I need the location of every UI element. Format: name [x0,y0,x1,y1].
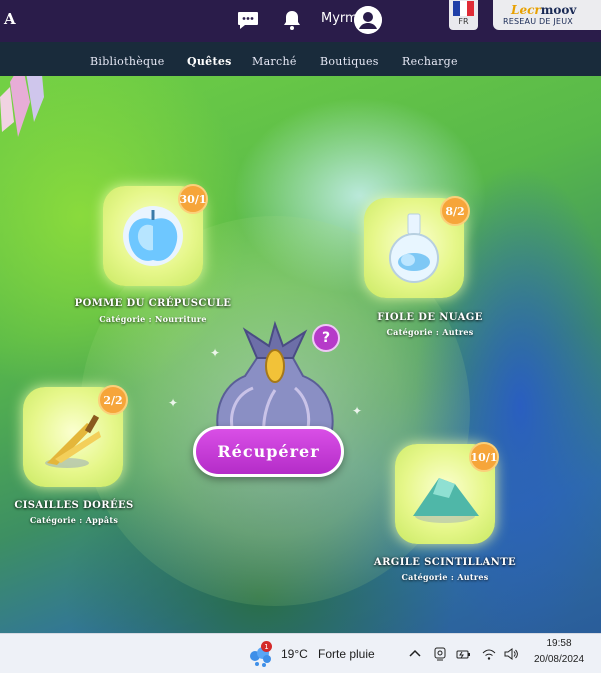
item-count-badge: 30/1 [178,184,208,214]
language-selector[interactable]: FR [449,0,478,30]
sparkle-icon: ✦ [352,404,363,418]
clock-date[interactable]: 20/08/2024 [526,654,592,665]
france-flag-icon [453,1,474,16]
item-name: Argile scintillante [373,557,517,568]
sparkle-icon: ✦ [168,396,179,410]
partner-logo[interactable]: Lecrmoov RESEAU DE JEUX [493,0,601,30]
partner-brand: Lecrmoov [511,3,577,17]
temperature[interactable]: 19°C [281,647,308,661]
item-category: Catégorie : Autres [401,572,489,582]
item-category: Catégorie : Appâts [29,515,119,525]
wifi-icon[interactable] [481,646,497,662]
item-name: Cisailles dorées [14,500,134,511]
nav-item-boutiques[interactable]: Boutiques [320,55,379,68]
camera-icon[interactable] [432,646,448,662]
clock-time[interactable]: 19:58 [530,638,588,649]
nav-item-marche[interactable]: Marché [252,55,297,68]
item-category: Catégorie : Autres [386,327,474,337]
notification-badge: 1 [261,641,272,652]
chat-icon[interactable] [236,8,260,32]
item-count-badge: 10/1 [469,442,499,472]
volume-icon[interactable] [503,646,519,662]
nav-item-recharge[interactable]: Recharge [402,55,458,68]
item-count-badge: 8/2 [440,196,470,226]
partner-tagline: RESEAU DE JEUX [503,17,573,26]
site-logo[interactable]: A [4,10,16,28]
collect-button[interactable]: Récupérer [193,426,344,477]
os-taskbar: 1 19°C Forte pluie 19:58 20/08/2024 [0,633,601,673]
item-name: Pomme du crépuscule [74,298,232,309]
item-name: Fiole de nuage [377,312,483,323]
bell-icon[interactable] [280,8,304,32]
chevron-up-icon[interactable] [407,646,423,662]
item-count-badge: 2/2 [98,385,128,415]
nav-item-quetes[interactable]: Quêtes [187,55,232,68]
nav-item-bibliotheque[interactable]: Bibliothèque [90,55,165,68]
top-bar: A Myrmica FR Lecrmoov RESEAU DE JEUX [0,0,601,42]
weather-condition[interactable]: Forte pluie [318,647,375,661]
crystal-decoration-icon [0,76,44,137]
avatar-icon[interactable] [354,6,382,34]
help-button[interactable]: ? [312,324,340,352]
language-label: FR [458,17,469,26]
battery-icon[interactable] [455,646,471,662]
main-nav: Bibliothèque Quêtes Marché Boutiques Rec… [0,42,601,76]
reward-scene: 30/1 Pomme du crépuscule Catégorie : Nou… [0,76,601,633]
